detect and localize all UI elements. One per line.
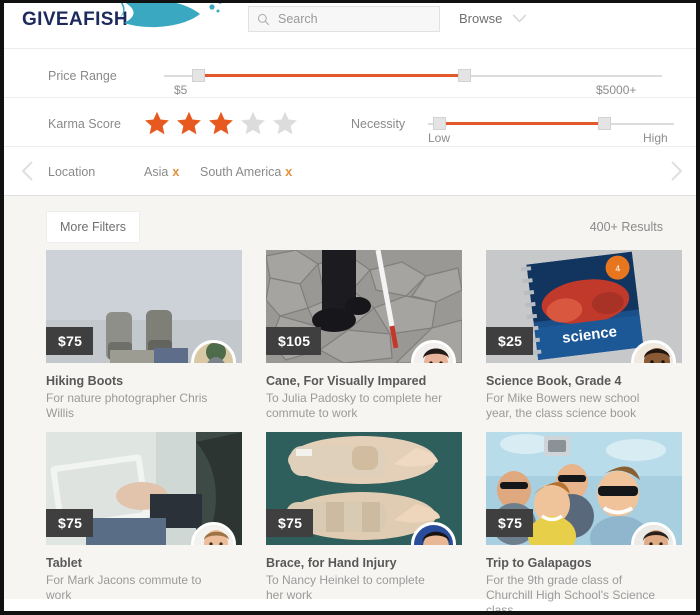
location-tag-south-america[interactable]: South America x bbox=[200, 165, 292, 179]
card-thumbnail-hiking-boots[interactable]: $75 bbox=[46, 250, 242, 363]
price-slider-knob-max[interactable] bbox=[458, 69, 471, 82]
avatar-image bbox=[414, 343, 453, 363]
results-section: More Filters 400+ Results $75 Hiking Boo… bbox=[4, 196, 696, 611]
card-description: For Mike Bowers new school year, the cla… bbox=[486, 391, 640, 421]
app-window: GIVEAFISH Browse Pr bbox=[0, 0, 700, 615]
card-title: Tablet bbox=[46, 555, 82, 570]
browse-label: Browse bbox=[459, 11, 503, 26]
card-body: Science Book, Grade 4 For Mike Bowers ne… bbox=[486, 363, 682, 422]
logo-text: GIVEAFISH bbox=[22, 9, 129, 30]
filter-row-karma-necessity: Karma Score Necessity Low High bbox=[4, 98, 696, 147]
card-title: Science Book, Grade 4 bbox=[486, 374, 622, 388]
price-min-label: $5 bbox=[174, 83, 188, 97]
chevron-right-icon[interactable] bbox=[670, 161, 682, 181]
chevron-down-icon bbox=[513, 14, 527, 23]
star-icon-filled-2[interactable] bbox=[176, 110, 202, 136]
star-icon-filled-1[interactable] bbox=[144, 110, 170, 136]
necessity-max-label: High bbox=[643, 131, 668, 145]
card-title: Brace, for Hand Injury bbox=[266, 555, 397, 570]
card-description: To Julia Padosky to complete her commute… bbox=[266, 391, 443, 421]
card-body: Hiking Boots For nature photographer Chr… bbox=[46, 363, 242, 422]
result-card[interactable]: $105 Cane, For Visually Impared To Julia… bbox=[266, 250, 462, 422]
remove-tag-icon-south-america[interactable]: x bbox=[285, 165, 292, 179]
fish-logo-icon bbox=[118, 3, 222, 28]
more-filters-button[interactable]: More Filters bbox=[46, 211, 140, 243]
card-price-badge: $75 bbox=[266, 508, 314, 537]
result-card[interactable]: $75 Trip to Galapagos For the 9th grade … bbox=[486, 431, 682, 615]
filter-row-price: Price Range $5 $5000+ bbox=[4, 49, 696, 98]
location-tag-asia-label: Asia bbox=[144, 165, 169, 179]
card-title: Cane, For Visually Impared bbox=[266, 374, 427, 388]
card-body: Trip to Galapagos For the 9th grade clas… bbox=[486, 545, 682, 615]
necessity-min-label: Low bbox=[428, 131, 451, 145]
card-description: For nature photographer Chris Willis bbox=[46, 391, 208, 421]
card-description: For Mark Jacons commute to work bbox=[46, 572, 202, 603]
search-input[interactable] bbox=[278, 12, 428, 26]
star-icon-empty-5[interactable] bbox=[272, 110, 298, 136]
location-tag-south-america-label: South America bbox=[200, 165, 282, 179]
avatar-image bbox=[194, 343, 233, 363]
card-price-badge: $105 bbox=[266, 327, 322, 355]
star-icon-filled-3[interactable] bbox=[208, 110, 234, 136]
results-toolbar: More Filters 400+ Results bbox=[4, 196, 696, 250]
card-description: For the 9th grade class of Churchill Hig… bbox=[486, 572, 656, 615]
site-header: GIVEAFISH Browse bbox=[4, 3, 696, 48]
card-title: Hiking Boots bbox=[46, 374, 124, 388]
card-thumbnail-tablet[interactable]: $75 bbox=[46, 431, 242, 545]
card-thumbnail-science-book[interactable]: 4 science $25 bbox=[486, 250, 682, 363]
search-box[interactable] bbox=[248, 6, 440, 32]
result-card[interactable]: 4 science $25 Science Book, Grade 4 For … bbox=[486, 250, 682, 422]
card-thumbnail-cane[interactable]: $105 bbox=[266, 250, 462, 363]
filter-panel: Price Range $5 $5000+ Karma Score Necess… bbox=[4, 48, 696, 196]
location-label: Location bbox=[48, 165, 96, 179]
necessity-label: Necessity bbox=[351, 117, 406, 131]
necessity-slider-fill bbox=[444, 122, 604, 125]
card-body: Brace, for Hand Injury To Nancy Heinkel … bbox=[266, 545, 462, 604]
card-body: Cane, For Visually Impared To Julia Pado… bbox=[266, 363, 462, 422]
price-max-label: $5000+ bbox=[596, 83, 637, 97]
karma-score-label: Karma Score bbox=[48, 117, 121, 131]
filter-row-location: Location Asia x South America x bbox=[4, 147, 696, 196]
card-price-badge: $75 bbox=[46, 327, 94, 355]
browse-menu[interactable]: Browse bbox=[459, 11, 527, 26]
necessity-slider-knob-max[interactable] bbox=[598, 117, 611, 130]
card-thumbnail-galapagos[interactable]: $75 bbox=[486, 431, 682, 545]
result-card[interactable]: $75 Tablet For Mark Jacons commute to wo… bbox=[46, 431, 242, 611]
result-card[interactable]: $75 Brace, for Hand Injury To Nancy Hein… bbox=[266, 431, 462, 611]
result-card[interactable]: $75 Hiking Boots For nature photographer… bbox=[46, 250, 242, 422]
card-price-badge: $75 bbox=[46, 508, 94, 537]
chevron-left-icon[interactable] bbox=[22, 161, 34, 181]
results-count-label: 400+ Results bbox=[589, 220, 663, 234]
location-tag-asia[interactable]: Asia x bbox=[144, 165, 179, 179]
price-slider-knob-min[interactable] bbox=[192, 69, 205, 82]
card-price-badge: $25 bbox=[486, 327, 534, 355]
price-range-label: Price Range bbox=[48, 69, 117, 83]
card-body: Tablet For Mark Jacons commute to work bbox=[46, 545, 242, 604]
star-icon-empty-4[interactable] bbox=[240, 110, 266, 136]
price-slider-fill bbox=[204, 74, 464, 77]
search-icon bbox=[257, 13, 270, 25]
avatar-image bbox=[634, 343, 673, 363]
card-description: To Nancy Heinkel to complete her work bbox=[266, 572, 425, 603]
necessity-slider-knob-min[interactable] bbox=[433, 117, 446, 130]
karma-star-rating[interactable] bbox=[144, 110, 298, 136]
logo[interactable]: GIVEAFISH bbox=[14, 3, 239, 39]
results-grid: $75 Hiking Boots For nature photographer… bbox=[46, 250, 682, 611]
card-price-badge: $75 bbox=[486, 508, 534, 537]
remove-tag-icon-asia[interactable]: x bbox=[172, 165, 179, 179]
card-thumbnail-brace[interactable]: $75 bbox=[266, 431, 462, 545]
card-title: Trip to Galapagos bbox=[486, 555, 592, 570]
